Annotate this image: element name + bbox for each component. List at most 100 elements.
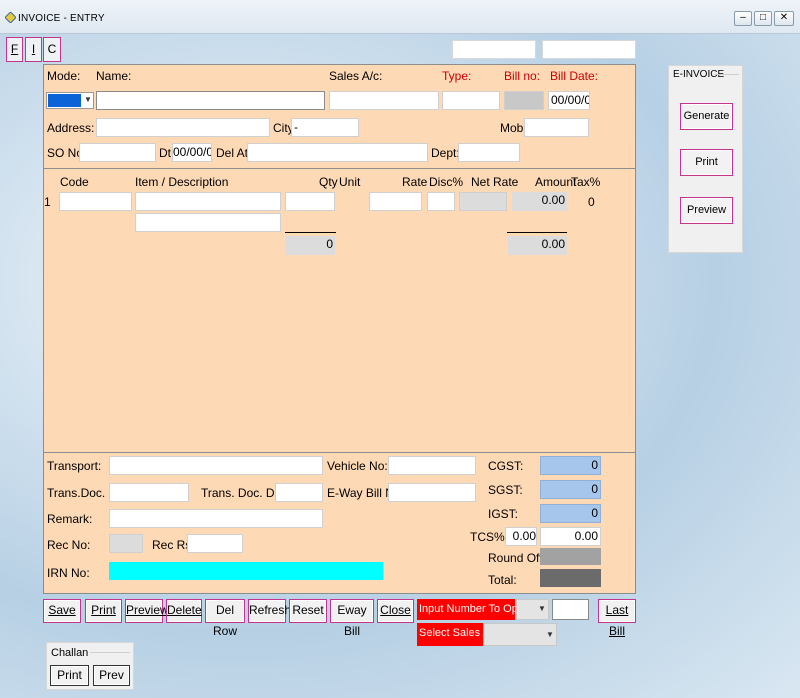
challan-print-button[interactable]: Print (50, 665, 89, 686)
eway-bill-button[interactable]: Eway Bill (330, 599, 374, 638)
last-bill-label: Last Bill (605, 603, 629, 638)
remark-input[interactable] (109, 509, 323, 528)
col-rate: Rate (402, 175, 428, 189)
amount-field: 0.00 (512, 192, 567, 211)
challan-prev-button[interactable]: Prev (93, 665, 130, 686)
code-input[interactable] (59, 192, 132, 211)
dept-input[interactable] (458, 143, 520, 162)
einvoice-preview-label: Preview (686, 204, 727, 216)
delete-button[interactable]: Delete (166, 599, 202, 623)
name-input[interactable] (96, 91, 325, 110)
refresh-label: Refresh (249, 603, 292, 617)
einvoice-title: E-INVOICE (673, 69, 725, 80)
city-input[interactable]: - (291, 118, 359, 137)
close-button[interactable]: Close (377, 599, 414, 623)
chevron-down-icon: ▼ (538, 604, 546, 613)
bill-no-input (504, 91, 544, 110)
save-label: Save (48, 603, 76, 617)
einvoice-print-button[interactable]: Print (680, 149, 733, 176)
close-window-button[interactable]: ✕ (774, 11, 794, 26)
app-icon (5, 12, 16, 23)
transport-input[interactable] (109, 456, 323, 475)
mob-input[interactable] (524, 118, 589, 137)
dept-label: Dept: (431, 146, 460, 160)
eway-bill-input[interactable] (388, 483, 476, 502)
description-input[interactable] (135, 213, 281, 232)
generate-button[interactable]: Generate (680, 103, 733, 130)
address-input[interactable] (96, 118, 270, 137)
item-input[interactable] (135, 192, 281, 211)
maximize-button[interactable]: □ (754, 11, 772, 26)
so-no-input[interactable] (79, 143, 156, 162)
save-button[interactable]: Save (43, 599, 81, 623)
select-sales-label: Select Sales Acc: (417, 623, 483, 646)
top-field-1[interactable] (452, 40, 536, 59)
address-label: Address: (47, 121, 95, 135)
type-input[interactable] (442, 91, 500, 110)
transport-label: Transport: (47, 459, 102, 473)
mode-select[interactable]: ▼ (46, 92, 94, 109)
chevron-down-icon: ▼ (546, 630, 554, 639)
del-row-button[interactable]: Del Row (205, 599, 245, 638)
irn-field[interactable] (109, 562, 383, 580)
challan-title: Challan (51, 647, 89, 659)
mode-label: Mode: (47, 69, 81, 83)
close-label: Close (380, 603, 411, 617)
igst-value: 0 (540, 504, 601, 523)
open-bill-select[interactable]: ▼ (516, 599, 549, 620)
i-label: I (31, 42, 36, 56)
col-code: Code (60, 175, 89, 189)
disc-input[interactable] (427, 192, 455, 211)
mode-selected-value (48, 94, 81, 107)
rec-rs-input[interactable] (187, 534, 243, 553)
qty-input[interactable] (285, 192, 335, 211)
rec-no-label: Rec No: (47, 538, 91, 552)
open-bill-number-input[interactable] (552, 599, 589, 620)
amount-total: 0.00 (508, 236, 567, 255)
minimize-button[interactable]: – (734, 11, 752, 26)
trans-doc-no-input[interactable] (109, 483, 189, 502)
refresh-button[interactable]: Refresh (248, 599, 291, 623)
print-button[interactable]: Print (85, 599, 122, 623)
tcs-pct-input[interactable]: 0.00 (505, 527, 537, 546)
round-off-field (540, 548, 601, 565)
igst-label: IGST: (488, 507, 519, 521)
c-button[interactable]: C (43, 37, 61, 62)
col-qty: Qty (319, 175, 338, 189)
last-bill-button[interactable]: Last Bill (598, 599, 636, 638)
qty-total-line (285, 232, 336, 233)
einvoice-divider (714, 74, 739, 75)
preview-button[interactable]: Preview (125, 599, 169, 623)
cgst-value: 0 (540, 456, 601, 475)
del-at-input[interactable] (247, 143, 428, 162)
net-rate-field (459, 192, 507, 211)
i-button[interactable]: I (25, 37, 42, 62)
f-button[interactable]: F (6, 37, 23, 62)
irn-label: IRN No: (47, 566, 90, 580)
sgst-label: SGST: (488, 483, 523, 497)
select-sales-select[interactable]: ▼ (483, 623, 557, 646)
vehicle-input[interactable] (388, 456, 476, 475)
bill-date-input[interactable]: 00/00/00 (548, 91, 590, 110)
bill-no-label: Bill no: (504, 69, 541, 83)
top-field-2[interactable] (542, 40, 636, 59)
remark-label: Remark: (47, 512, 93, 526)
sgst-value: 0 (540, 480, 601, 499)
total-label: Total: (488, 573, 517, 587)
mob-label: Mob. (500, 121, 527, 135)
sales-ac-input[interactable] (329, 91, 439, 110)
dt-input[interactable]: 00/00/00 (172, 143, 212, 162)
reset-button[interactable]: Reset (289, 599, 327, 623)
preview-label: Preview (126, 603, 169, 617)
rec-no-field (109, 534, 143, 553)
window-title: INVOICE - ENTRY (18, 13, 105, 24)
f-label: F (10, 42, 19, 56)
open-bill-label: Input Number To Open Bill: (417, 599, 515, 620)
bill-date-label: Bill Date: (550, 69, 599, 83)
rate-input[interactable] (369, 192, 422, 211)
challan-print-label: Print (57, 668, 82, 682)
qty-total: 0 (285, 236, 335, 255)
row-number: 1 (44, 195, 51, 209)
einvoice-preview-button[interactable]: Preview (680, 197, 733, 224)
trans-doc-date-input[interactable] (275, 483, 323, 502)
